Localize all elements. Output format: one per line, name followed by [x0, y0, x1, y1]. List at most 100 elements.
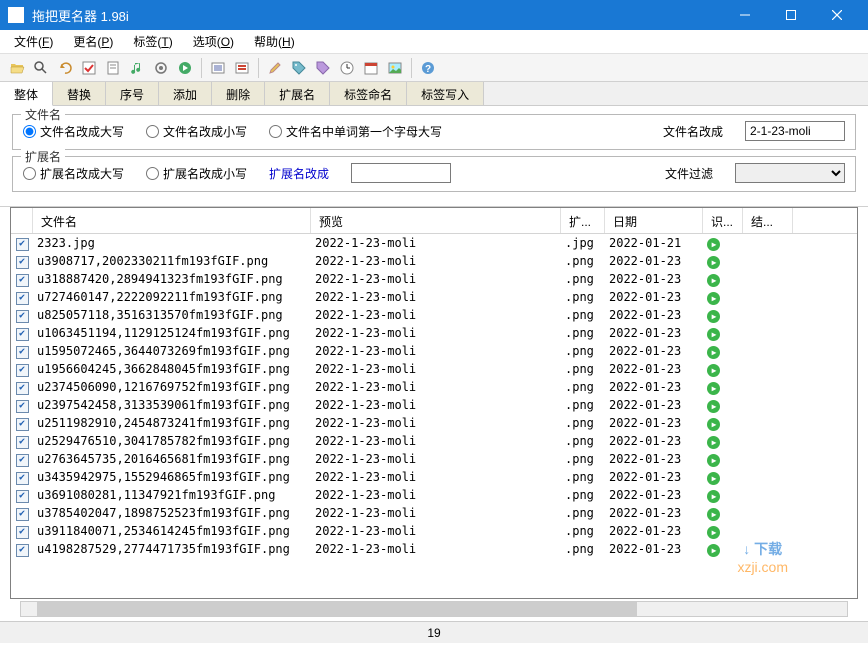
tab-7[interactable]: 标签写入 — [407, 82, 484, 105]
tab-2[interactable]: 序号 — [106, 82, 159, 105]
row-checkbox[interactable]: ✔ — [16, 472, 29, 485]
radio-ext-lower[interactable]: 扩展名改成小写 — [146, 165, 247, 182]
table-row[interactable]: ✔u1063451194,1129125124fm193fGIF.png2022… — [11, 324, 857, 342]
row-checkbox[interactable]: ✔ — [16, 526, 29, 539]
check-icon[interactable] — [78, 57, 100, 79]
play-icon[interactable]: ▶ — [707, 310, 720, 323]
table-row[interactable]: ✔u1956604245,3662848045fm193fGIF.png2022… — [11, 360, 857, 378]
tab-0[interactable]: 整体 — [0, 82, 53, 106]
header-checkbox[interactable] — [11, 208, 33, 233]
play-icon[interactable]: ▶ — [707, 274, 720, 287]
maximize-button[interactable] — [768, 0, 814, 30]
music-tag-icon[interactable] — [312, 57, 334, 79]
table-row[interactable]: ✔u3435942975,1552946865fm193fGIF.png2022… — [11, 468, 857, 486]
menu-o[interactable]: 选项(O) — [183, 30, 244, 53]
rename-to-input[interactable] — [745, 121, 845, 141]
minimize-button[interactable] — [722, 0, 768, 30]
list-icon[interactable] — [207, 57, 229, 79]
tab-1[interactable]: 替换 — [53, 82, 106, 105]
row-checkbox[interactable]: ✔ — [16, 328, 29, 341]
header-result[interactable]: 结... — [743, 208, 793, 233]
table-row[interactable]: ✔u727460147,2222092211fm193fGIF.png2022-… — [11, 288, 857, 306]
play-icon[interactable]: ▶ — [707, 454, 720, 467]
play-icon[interactable]: ▶ — [707, 544, 720, 557]
play-icon[interactable]: ▶ — [707, 526, 720, 539]
tab-6[interactable]: 标签命名 — [330, 82, 407, 105]
radio-ext-upper[interactable]: 扩展名改成大写 — [23, 165, 124, 182]
header-preview[interactable]: 预览 — [311, 208, 561, 233]
play-icon[interactable]: ▶ — [707, 418, 720, 431]
row-checkbox[interactable]: ✔ — [16, 436, 29, 449]
row-checkbox[interactable]: ✔ — [16, 256, 29, 269]
document-icon[interactable] — [102, 57, 124, 79]
list-bold-icon[interactable] — [231, 57, 253, 79]
play-icon[interactable]: ▶ — [707, 490, 720, 503]
row-checkbox[interactable]: ✔ — [16, 544, 29, 557]
header-id[interactable]: 识... — [703, 208, 743, 233]
music-play-icon[interactable] — [174, 57, 196, 79]
menu-t[interactable]: 标签(T) — [123, 30, 182, 53]
table-row[interactable]: ✔u825057118,3516313570fm193fGIF.png2022-… — [11, 306, 857, 324]
play-icon[interactable]: ▶ — [707, 292, 720, 305]
play-icon[interactable]: ▶ — [707, 328, 720, 341]
table-row[interactable]: ✔u3911840071,2534614245fm193fGIF.png2022… — [11, 522, 857, 540]
ext-to-label[interactable]: 扩展名改成 — [269, 165, 329, 182]
row-checkbox[interactable]: ✔ — [16, 490, 29, 503]
tab-5[interactable]: 扩展名 — [265, 82, 330, 105]
file-list-body[interactable]: ✔2323.jpg2022-1-23-moli.jpg2022-01-21▶✔u… — [11, 234, 857, 598]
table-row[interactable]: ✔u2511982910,2454873241fm193fGIF.png2022… — [11, 414, 857, 432]
tab-3[interactable]: 添加 — [159, 82, 212, 105]
row-checkbox[interactable]: ✔ — [16, 238, 29, 251]
radio-filename-lower[interactable]: 文件名改成小写 — [146, 123, 247, 140]
header-date[interactable]: 日期 — [605, 208, 703, 233]
tab-4[interactable]: 删除 — [212, 82, 265, 105]
radio-filename-capitalize[interactable]: 文件名中单词第一个字母大写 — [269, 123, 442, 140]
file-filter-select[interactable] — [735, 163, 845, 183]
ext-to-input[interactable] — [351, 163, 451, 183]
table-row[interactable]: ✔u4198287529,2774471735fm193fGIF.png2022… — [11, 540, 857, 558]
edit-pencil-icon[interactable] — [264, 57, 286, 79]
table-row[interactable]: ✔u3908717,2002330211fm193fGIF.png2022-1-… — [11, 252, 857, 270]
menu-h[interactable]: 帮助(H) — [244, 30, 305, 53]
play-icon[interactable]: ▶ — [707, 400, 720, 413]
clock-icon[interactable] — [336, 57, 358, 79]
table-row[interactable]: ✔u2529476510,3041785782fm193fGIF.png2022… — [11, 432, 857, 450]
music-gear-icon[interactable] — [150, 57, 172, 79]
row-checkbox[interactable]: ✔ — [16, 400, 29, 413]
table-row[interactable]: ✔2323.jpg2022-1-23-moli.jpg2022-01-21▶ — [11, 234, 857, 252]
row-checkbox[interactable]: ✔ — [16, 310, 29, 323]
undo-icon[interactable] — [54, 57, 76, 79]
table-row[interactable]: ✔u2374506090,1216769752fm193fGIF.png2022… — [11, 378, 857, 396]
play-icon[interactable]: ▶ — [707, 238, 720, 251]
play-icon[interactable]: ▶ — [707, 364, 720, 377]
menu-p[interactable]: 更名(P) — [63, 30, 123, 53]
table-row[interactable]: ✔u2763645735,2016465681fm193fGIF.png2022… — [11, 450, 857, 468]
row-checkbox[interactable]: ✔ — [16, 346, 29, 359]
table-row[interactable]: ✔u318887420,2894941323fm193fGIF.png2022-… — [11, 270, 857, 288]
row-checkbox[interactable]: ✔ — [16, 274, 29, 287]
header-ext[interactable]: 扩... — [561, 208, 605, 233]
row-checkbox[interactable]: ✔ — [16, 292, 29, 305]
clock-date-icon[interactable] — [360, 57, 382, 79]
row-checkbox[interactable]: ✔ — [16, 454, 29, 467]
folder-open-icon[interactable] — [6, 57, 28, 79]
row-checkbox[interactable]: ✔ — [16, 508, 29, 521]
close-button[interactable] — [814, 0, 860, 30]
header-filename[interactable]: 文件名 — [33, 208, 311, 233]
play-icon[interactable]: ▶ — [707, 382, 720, 395]
tag-icon[interactable] — [288, 57, 310, 79]
row-checkbox[interactable]: ✔ — [16, 418, 29, 431]
search-icon[interactable] — [30, 57, 52, 79]
horizontal-scrollbar[interactable] — [20, 601, 848, 617]
table-row[interactable]: ✔u3691080281,11347921fm193fGIF.png2022-1… — [11, 486, 857, 504]
play-icon[interactable]: ▶ — [707, 508, 720, 521]
play-icon[interactable]: ▶ — [707, 436, 720, 449]
table-row[interactable]: ✔u1595072465,3644073269fm193fGIF.png2022… — [11, 342, 857, 360]
play-icon[interactable]: ▶ — [707, 346, 720, 359]
play-icon[interactable]: ▶ — [707, 472, 720, 485]
image-icon[interactable] — [384, 57, 406, 79]
play-icon[interactable]: ▶ — [707, 256, 720, 269]
table-row[interactable]: ✔u3785402047,1898752523fm193fGIF.png2022… — [11, 504, 857, 522]
help-icon[interactable]: ? — [417, 57, 439, 79]
row-checkbox[interactable]: ✔ — [16, 382, 29, 395]
